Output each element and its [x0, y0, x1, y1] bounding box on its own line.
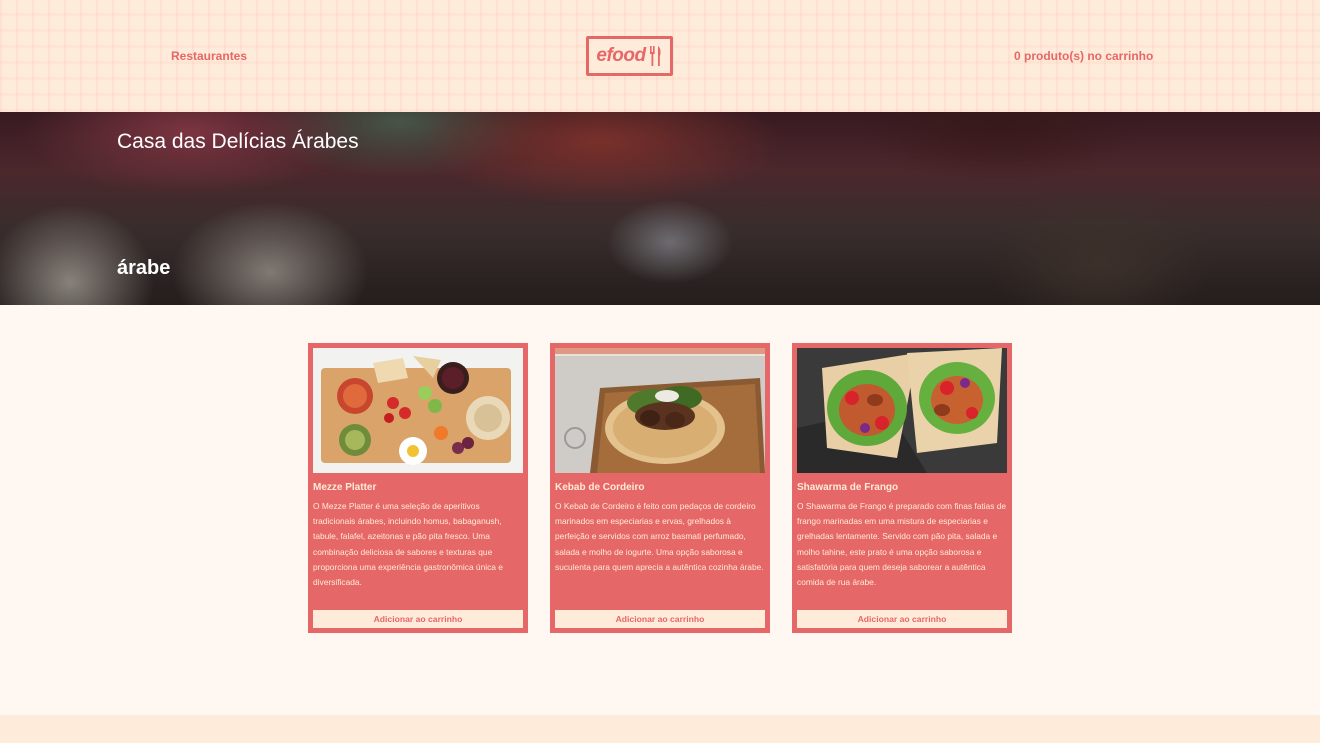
shawarma-de-frango-image	[797, 348, 1007, 473]
efood-logo[interactable]: efood	[586, 36, 673, 76]
kebab-de-cordeiro-image	[555, 348, 765, 473]
logo-text: efood	[596, 45, 646, 66]
product-list: Mezze Platter O Mezze Platter é uma sele…	[308, 343, 1012, 633]
cutlery-icon	[649, 46, 661, 66]
add-to-cart-button[interactable]: Adicionar ao carrinho	[555, 610, 765, 628]
restaurant-category: árabe	[117, 257, 171, 279]
product-card: Shawarma de Frango O Shawarma de Frango …	[792, 343, 1012, 633]
cart-count[interactable]: 0 produto(s) no carrinho	[1014, 49, 1153, 63]
mezze-platter-image	[313, 348, 523, 473]
product-card: Kebab de Cordeiro O Kebab de Cordeiro é …	[550, 343, 770, 633]
product-card: Mezze Platter O Mezze Platter é uma sele…	[308, 343, 528, 633]
add-to-cart-button[interactable]: Adicionar ao carrinho	[313, 610, 523, 628]
product-description: O Mezze Platter é uma seleção de aperiti…	[313, 501, 503, 588]
add-to-cart-button[interactable]: Adicionar ao carrinho	[797, 610, 1007, 628]
restaurant-name: Casa das Delícias Árabes	[117, 130, 359, 153]
site-footer	[0, 715, 1320, 743]
product-title: Kebab de Cordeiro	[555, 482, 645, 493]
restaurant-banner: Casa das Delícias Árabes árabe	[0, 112, 1320, 305]
product-description: O Kebab de Cordeiro é feito com pedaços …	[555, 501, 764, 572]
product-title: Mezze Platter	[313, 482, 377, 493]
restaurants-link[interactable]: Restaurantes	[171, 49, 247, 63]
site-header: Restaurantes efood 0 produto(s) no carri…	[0, 0, 1320, 112]
product-title: Shawarma de Frango	[797, 482, 899, 493]
product-description: O Shawarma de Frango é preparado com fin…	[797, 501, 1007, 588]
